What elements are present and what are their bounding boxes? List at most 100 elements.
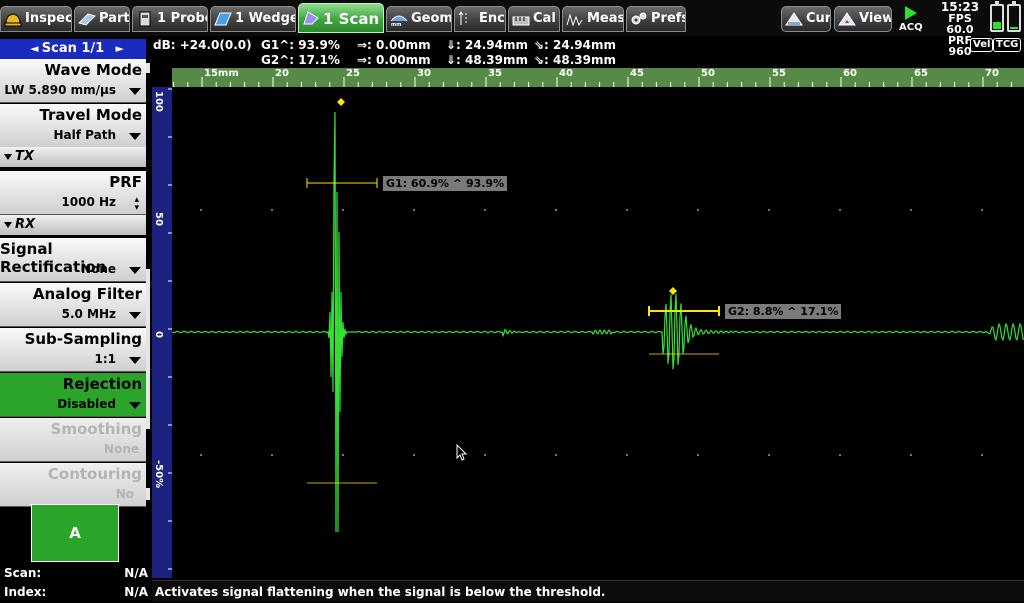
chevron-down-icon[interactable] (129, 267, 141, 274)
tab-calibration[interactable]: Cal (508, 6, 560, 32)
depth-tick-label: 65 (914, 68, 928, 79)
calibration-icon (512, 16, 530, 26)
depth-tick-label: 30 (417, 68, 431, 79)
scan-icon (303, 11, 319, 25)
tab-geometry[interactable]: mm Geom (386, 6, 452, 32)
measurement-icon (566, 13, 583, 27)
battery-1-icon (990, 1, 1004, 32)
scrollbar-thumb-bottom[interactable] (146, 488, 150, 500)
param-analog-filter[interactable]: Analog Filter 5.0 MHz (0, 283, 146, 327)
tab-wedge[interactable]: 1 Wedge (210, 6, 296, 32)
gate2-soundpath: ⇘: 48.39mm (534, 53, 616, 67)
param-value: LW 5.890 mm/µs (4, 83, 116, 97)
tab-preferences[interactable]: Prefs (626, 6, 686, 32)
measurement-readout: dB: +24.0(0.0) G1^: 93.9% ⇒: 0.00mm ⇓: 2… (153, 37, 1024, 67)
a-scan-plot[interactable]: G1: 60.9% ^ 93.9% G2: 8.8% ^ 17.1% (172, 87, 1024, 578)
tab-measurement[interactable]: Meas (562, 6, 624, 32)
grid-dot (342, 209, 344, 211)
wedge-icon (214, 12, 232, 26)
gate1-peak-marker (337, 98, 345, 106)
tab-part[interactable]: Part (74, 6, 130, 32)
tab-probe[interactable]: 1 Probe (132, 6, 208, 32)
grid-dot (271, 209, 273, 211)
index-position-label: Index: (4, 585, 47, 599)
tcg-badge: TCG (993, 38, 1022, 52)
chevron-down-icon[interactable] (129, 402, 141, 409)
encoder-icon (458, 11, 467, 25)
section-rx[interactable]: RX (0, 215, 146, 235)
grid-dot (484, 209, 486, 211)
param-title: Analog Filter (32, 285, 142, 303)
grid-dot (200, 454, 202, 456)
grid-dot (200, 209, 202, 211)
a-scan-signal (172, 111, 1024, 533)
amplitude-tick-label: 50 (153, 212, 164, 226)
param-title: Smoothing (50, 420, 142, 438)
gate1-depth: ⇓: 24.94mm (446, 38, 528, 52)
gate1-label: G1: 60.9% ^ 93.9% (383, 176, 508, 191)
chevron-down-icon[interactable] (129, 312, 141, 319)
depth-tick-label: 20 (275, 68, 289, 79)
param-prf[interactable]: PRF 1000 Hz ▴ ▾ (0, 171, 146, 215)
scan-selector[interactable]: ◄ Scan 1/1 ► (0, 39, 146, 59)
section-label: RX (15, 217, 36, 232)
param-sub-sampling[interactable]: Sub-Sampling 1:1 (0, 328, 146, 372)
amplitude-ruler: 100 50 0 -50% (152, 87, 172, 578)
collapse-triangle-icon (4, 153, 12, 160)
tab-inspection[interactable]: Inspec (0, 6, 72, 32)
gate2-amplitude: G2^: 17.1% (261, 53, 340, 67)
param-rejection[interactable]: Rejection Disabled (0, 373, 146, 417)
param-value: None (81, 262, 116, 276)
tab-scan[interactable]: 1 Scan (298, 3, 384, 33)
scrollbar-track[interactable] (146, 269, 150, 429)
grid-dot (981, 454, 983, 456)
depth-ruler: 15mm 20 25 30 35 40 45 50 55 60 65 70 (172, 68, 1024, 87)
param-title: Wave Mode (44, 61, 142, 79)
mouse-pointer-icon (456, 444, 468, 461)
grid-dot (413, 209, 415, 211)
cursor-button[interactable]: Cur (781, 6, 831, 32)
gate2-label: G2: 8.8% ^ 17.1% (725, 304, 842, 319)
param-title: Contouring (47, 465, 142, 483)
geometry-icon: mm (390, 15, 408, 27)
view-button[interactable]: View (834, 6, 892, 32)
gate1-position: ⇒: 0.00mm (357, 38, 431, 52)
grid-dot (910, 454, 912, 456)
collapse-triangle-icon (4, 221, 12, 228)
amplitude-tick-label: -50% (153, 460, 164, 488)
scan-position-row: Scan: N/A (4, 566, 148, 580)
a-scan-view-button[interactable]: A (31, 504, 119, 562)
param-signal-rectification[interactable]: Signal Rectification None (0, 238, 146, 282)
spinner-arrows-icon[interactable]: ▴ ▾ (134, 196, 139, 213)
chevron-down-icon[interactable] (129, 88, 141, 95)
gate-1[interactable] (306, 98, 378, 484)
acquisition-toggle[interactable]: ACQ (898, 3, 928, 35)
index-position-value: N/A (124, 585, 148, 599)
previous-scan-arrow-icon[interactable]: ◄ (30, 39, 38, 59)
scrollbar-thumb-top[interactable] (146, 63, 150, 73)
grid-dot (342, 454, 344, 456)
a-scan-canvas (172, 98, 1024, 533)
svg-text:mm: mm (391, 22, 401, 27)
param-travel-mode[interactable]: Travel Mode Half Path (0, 104, 146, 148)
depth-tick-label: 60 (843, 68, 857, 79)
section-label: TX (15, 149, 34, 164)
grid-dot (271, 454, 273, 456)
param-title: Signal Rectification (0, 240, 107, 276)
tab-encoder[interactable]: Enc (454, 6, 506, 32)
grid-dot (555, 209, 557, 211)
param-smoothing: Smoothing None (0, 418, 146, 462)
grid-dot (839, 454, 841, 456)
grid-dot (910, 209, 912, 211)
chevron-down-icon[interactable] (129, 133, 141, 140)
param-value: Half Path (53, 128, 116, 142)
chevron-down-icon[interactable] (129, 357, 141, 364)
scan-position-label: Scan: (4, 566, 42, 580)
gate1-amplitude: G1^: 93.9% (261, 38, 340, 52)
part-icon (78, 13, 96, 26)
param-wave-mode[interactable]: Wave Mode LW 5.890 mm/µs (0, 59, 146, 103)
gate2-depth: ⇓: 48.39mm (446, 53, 528, 67)
grid-dot (981, 209, 983, 211)
next-scan-arrow-icon[interactable]: ► (116, 39, 124, 59)
section-tx[interactable]: TX (0, 147, 146, 167)
